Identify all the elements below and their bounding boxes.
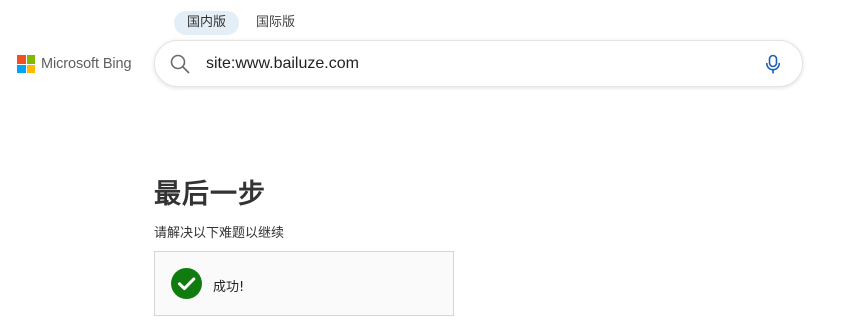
- search-box: [154, 40, 803, 87]
- search-input[interactable]: [206, 50, 746, 78]
- bing-logo[interactable]: Microsoft Bing: [17, 55, 132, 73]
- challenge-widget: 成功!: [154, 251, 454, 316]
- bing-challenge-page: 国内版 国际版 Microsoft Bing 最后一步 请解决以下难题以继续 成: [0, 0, 845, 330]
- search-icon[interactable]: [169, 53, 191, 75]
- tab-international[interactable]: 国际版: [243, 11, 308, 35]
- logo-text: Microsoft Bing: [41, 56, 132, 72]
- success-status-text: 成功!: [213, 280, 245, 295]
- tab-domestic[interactable]: 国内版: [174, 11, 240, 35]
- page-title: 最后一步: [154, 179, 266, 210]
- checkmark-icon: [171, 268, 202, 299]
- scope-tabs: 国内版 国际版: [174, 11, 308, 35]
- page-subtitle: 请解决以下难题以继续: [154, 226, 285, 241]
- microsoft-logo-icon: [17, 55, 35, 73]
- microphone-icon[interactable]: [762, 53, 784, 75]
